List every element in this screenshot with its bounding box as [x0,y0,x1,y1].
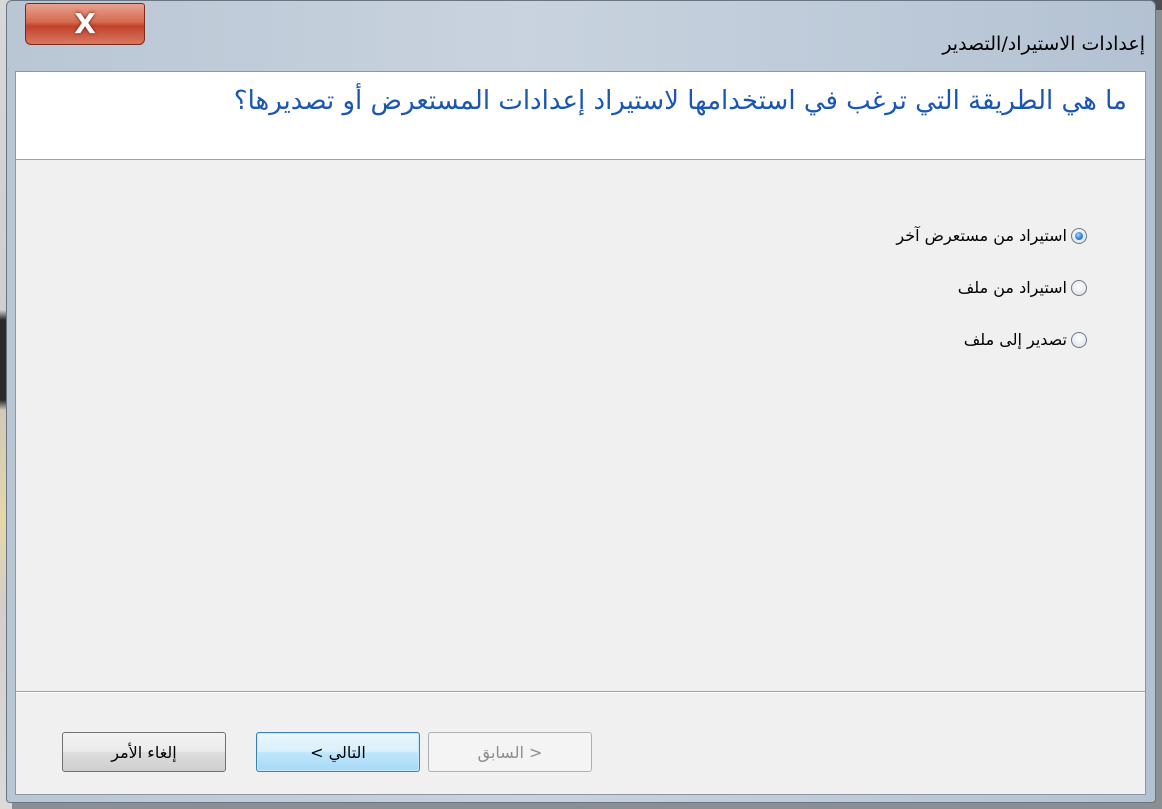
option-import-from-browser[interactable]: استيراد من مستعرض آخر [896,222,1087,249]
options-group: استيراد من مستعرض آخر استيراد من ملف تصد… [896,222,1087,378]
option-label: استيراد من مستعرض آخر [896,226,1067,245]
option-export-to-file[interactable]: تصدير إلى ملف [896,326,1087,353]
header-panel: ما هي الطريقة التي ترغب في استخدامها لاس… [16,72,1145,160]
option-import-from-file[interactable]: استيراد من ملف [896,274,1087,301]
next-button[interactable]: التالي > [256,732,420,772]
title-bar[interactable]: X إعدادات الاستيراد/التصدير [7,1,1155,61]
option-label: تصدير إلى ملف [963,330,1067,349]
window-title: إعدادات الاستيراد/التصدير [942,33,1145,55]
back-button: < السابق [428,732,592,772]
footer-separator [16,691,1145,693]
option-label: استيراد من ملف [957,278,1067,297]
page-heading: ما هي الطريقة التي ترغب في استخدامها لاس… [233,86,1127,116]
radio-export-to-file[interactable] [1071,331,1087,348]
dialog-client-area: ما هي الطريقة التي ترغب في استخدامها لاس… [15,71,1146,795]
import-export-dialog: X إعدادات الاستيراد/التصدير ما هي الطريق… [6,0,1156,803]
close-button[interactable]: X [25,3,145,45]
close-icon: X [74,7,96,40]
radio-import-from-file[interactable] [1071,279,1087,296]
cancel-button[interactable]: إلغاء الأمر [62,732,226,772]
radio-import-from-browser[interactable] [1071,227,1087,244]
